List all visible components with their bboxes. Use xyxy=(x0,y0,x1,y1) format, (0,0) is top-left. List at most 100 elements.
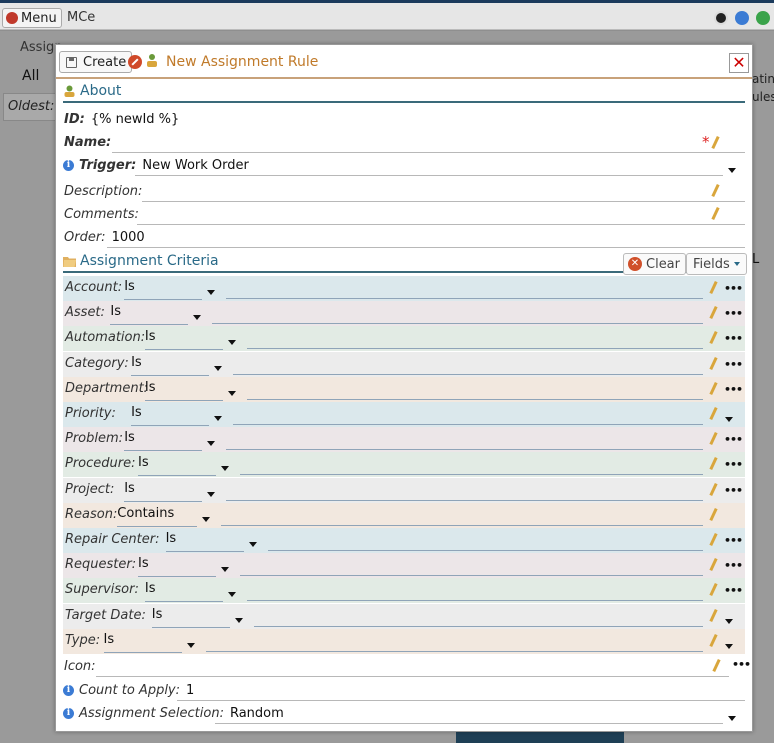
criteria-more-icon[interactable]: ••• xyxy=(724,534,743,547)
count-info-icon[interactable]: i xyxy=(63,685,74,696)
criteria-more-icon[interactable]: ••• xyxy=(724,332,743,345)
criteria-value-input[interactable] xyxy=(221,524,703,526)
create-button[interactable]: Create xyxy=(59,51,133,73)
criteria-value-input[interactable] xyxy=(246,348,703,350)
criteria-operator-dropdown-icon[interactable] xyxy=(202,516,211,522)
criteria-operator-dropdown-icon[interactable] xyxy=(227,390,236,396)
assignment-selection-field[interactable]: i Assignment Selection: Random xyxy=(63,702,745,725)
criteria-operator[interactable]: Is xyxy=(145,581,156,596)
criteria-value-input[interactable] xyxy=(240,474,703,476)
status-icon[interactable] xyxy=(756,11,770,25)
comments-field[interactable]: Comments: xyxy=(63,203,745,226)
cancel-icon[interactable] xyxy=(128,55,142,69)
criteria-operator-dropdown-icon[interactable] xyxy=(186,642,195,648)
criteria-operator[interactable]: Is xyxy=(124,481,135,496)
icon-more-icon[interactable]: ••• xyxy=(732,658,751,671)
criteria-more-icon[interactable]: ••• xyxy=(724,458,743,471)
criteria-edit-icon[interactable] xyxy=(708,508,718,522)
criteria-edit-icon[interactable] xyxy=(708,432,718,446)
criteria-value-input[interactable] xyxy=(240,575,703,577)
description-field[interactable]: Description: xyxy=(63,180,745,203)
criteria-value-input[interactable] xyxy=(246,398,703,400)
count-value[interactable]: 1 xyxy=(186,683,194,698)
criteria-edit-icon[interactable] xyxy=(708,281,718,295)
criteria-more-icon[interactable]: ••• xyxy=(724,282,743,295)
selection-info-icon[interactable]: i xyxy=(63,708,74,719)
criteria-operator[interactable]: Contains xyxy=(117,506,174,521)
criteria-value-input[interactable] xyxy=(233,373,703,375)
criteria-operator[interactable]: Is xyxy=(131,405,142,420)
criteria-operator[interactable]: Is xyxy=(138,455,149,470)
criteria-value-input[interactable] xyxy=(205,650,703,652)
criteria-operator-dropdown-icon[interactable] xyxy=(234,617,243,623)
criteria-operator[interactable]: Is xyxy=(124,279,135,294)
menu-button[interactable]: Menu xyxy=(2,8,62,28)
criteria-edit-icon[interactable] xyxy=(708,533,718,547)
criteria-operator-dropdown-icon[interactable] xyxy=(221,466,229,472)
criteria-operator-dropdown-icon[interactable] xyxy=(227,592,236,598)
trigger-field[interactable]: i Trigger: New Work Order xyxy=(63,154,745,177)
criteria-operator[interactable]: Is xyxy=(166,531,177,546)
description-edit-icon[interactable] xyxy=(710,184,720,198)
criteria-edit-icon[interactable] xyxy=(708,382,718,396)
criteria-operator[interactable]: Is xyxy=(104,632,115,647)
name-edit-icon[interactable] xyxy=(710,136,720,150)
criteria-value-input[interactable] xyxy=(226,499,703,501)
criteria-operator[interactable]: Is xyxy=(124,430,135,445)
criteria-operator-dropdown-icon[interactable] xyxy=(214,365,223,371)
criteria-edit-icon[interactable] xyxy=(708,634,718,648)
trigger-info-icon[interactable]: i xyxy=(63,160,74,171)
comments-edit-icon[interactable] xyxy=(710,207,720,221)
selection-dropdown-icon[interactable] xyxy=(728,716,736,721)
criteria-operator-dropdown-icon[interactable] xyxy=(227,340,236,346)
criteria-more-icon[interactable]: ••• xyxy=(724,383,743,396)
criteria-edit-icon[interactable] xyxy=(708,331,718,345)
criteria-operator-dropdown-icon[interactable] xyxy=(207,290,216,295)
criteria-operator-dropdown-icon[interactable] xyxy=(207,491,216,497)
criteria-value-input[interactable] xyxy=(267,550,703,551)
criteria-value-input[interactable] xyxy=(233,424,703,425)
criteria-more-icon[interactable]: ••• xyxy=(724,433,743,446)
criteria-edit-icon[interactable] xyxy=(708,558,718,572)
criteria-operator[interactable]: Is xyxy=(138,556,149,571)
fields-button[interactable]: Fields xyxy=(686,253,747,275)
criteria-operator[interactable]: Is xyxy=(131,355,142,370)
order-value[interactable]: 1000 xyxy=(112,230,145,245)
count-field[interactable]: i Count to Apply: 1 xyxy=(63,679,745,702)
criteria-value-input[interactable] xyxy=(226,298,703,299)
criteria-value-input[interactable] xyxy=(226,449,703,451)
criteria-value-dropdown-icon[interactable] xyxy=(725,618,733,624)
criteria-operator-dropdown-icon[interactable] xyxy=(207,441,216,447)
criteria-more-icon[interactable]: ••• xyxy=(724,307,743,320)
criteria-operator-dropdown-icon[interactable] xyxy=(193,315,202,321)
criteria-operator-dropdown-icon[interactable] xyxy=(248,542,257,547)
icon-edit-icon[interactable] xyxy=(711,659,721,673)
globe-icon[interactable] xyxy=(735,11,749,25)
criteria-more-icon[interactable]: ••• xyxy=(724,358,743,371)
criteria-edit-icon[interactable] xyxy=(708,483,718,497)
criteria-operator[interactable]: Is xyxy=(152,607,163,622)
criteria-operator-dropdown-icon[interactable] xyxy=(214,416,223,421)
close-button[interactable]: ✕ xyxy=(729,53,749,73)
criteria-value-dropdown-icon[interactable] xyxy=(725,417,733,422)
criteria-edit-icon[interactable] xyxy=(708,306,718,320)
order-field[interactable]: Order: 1000 xyxy=(63,226,745,249)
criteria-edit-icon[interactable] xyxy=(708,357,718,371)
criteria-operator[interactable]: Is xyxy=(110,304,121,319)
user-icon[interactable] xyxy=(714,11,728,25)
icon-field[interactable]: Icon: ••• xyxy=(63,655,751,678)
criteria-edit-icon[interactable] xyxy=(708,609,718,623)
clear-button[interactable]: ✕ Clear xyxy=(623,253,686,275)
criteria-edit-icon[interactable] xyxy=(708,457,718,471)
criteria-value-input[interactable] xyxy=(212,323,703,325)
criteria-edit-icon[interactable] xyxy=(708,583,718,597)
criteria-more-icon[interactable]: ••• xyxy=(724,584,743,597)
criteria-value-dropdown-icon[interactable] xyxy=(725,643,733,649)
criteria-more-icon[interactable]: ••• xyxy=(724,559,743,572)
selection-value[interactable]: Random xyxy=(230,706,284,721)
criteria-operator[interactable]: Is xyxy=(145,329,156,344)
criteria-value-input[interactable] xyxy=(253,625,703,627)
criteria-edit-icon[interactable] xyxy=(708,407,718,421)
trigger-dropdown-icon[interactable] xyxy=(728,168,736,173)
criteria-operator[interactable]: Is xyxy=(145,380,156,395)
